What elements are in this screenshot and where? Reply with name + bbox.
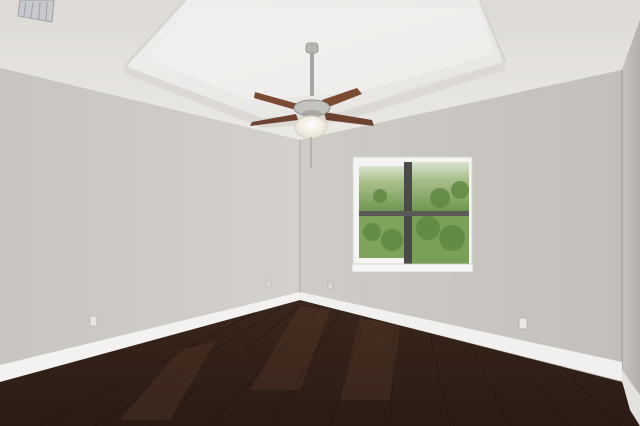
fan-light-globe (294, 115, 328, 139)
room-scene (0, 0, 640, 426)
window (351, 156, 474, 273)
outlet-left-wall-corner (265, 279, 272, 288)
fan-canopy (305, 42, 319, 54)
window-mullion-horizontal (359, 211, 469, 216)
room-illustration (0, 0, 640, 426)
outlet-back (518, 317, 528, 330)
window-sill (351, 263, 474, 273)
window-glass-top-left (359, 166, 404, 212)
outlet-back-small (327, 281, 334, 290)
outlet-left (89, 315, 98, 327)
right-wall (622, 20, 640, 426)
fan-downrod (310, 52, 314, 96)
